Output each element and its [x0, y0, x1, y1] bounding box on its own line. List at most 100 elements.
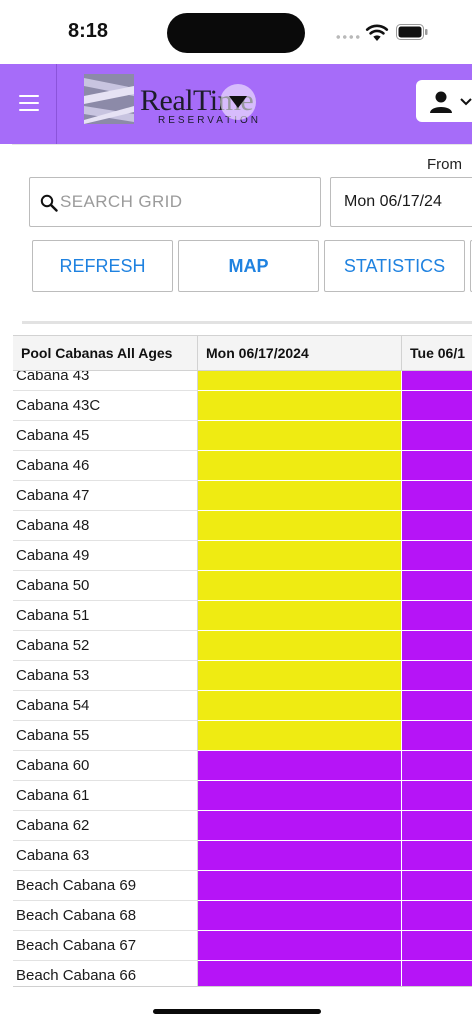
- reservation-slot[interactable]: [402, 751, 472, 781]
- row-label: Cabana 45: [13, 421, 198, 451]
- row-label: Cabana 47: [13, 481, 198, 511]
- table-row: Cabana 55: [13, 721, 472, 751]
- from-label: From: [427, 156, 462, 173]
- reservation-slot[interactable]: [402, 691, 472, 721]
- cellular-signal-icon: [335, 35, 361, 39]
- grid-header-category: Pool Cabanas All Ages: [13, 336, 198, 371]
- table-row: Cabana 54: [13, 691, 472, 721]
- header-divider: [56, 64, 57, 144]
- table-row: Beach Cabana 69: [13, 871, 472, 901]
- table-row: Cabana 46: [13, 451, 472, 481]
- grid-header-day-1[interactable]: Mon 06/17/2024: [198, 336, 402, 371]
- reservation-slot[interactable]: [402, 901, 472, 931]
- reservation-slot[interactable]: [198, 421, 401, 451]
- row-label: Cabana 46: [13, 451, 198, 481]
- refresh-button[interactable]: REFRESH: [32, 240, 173, 292]
- home-indicator: [153, 1009, 321, 1014]
- row-label: Beach Cabana 69: [13, 871, 198, 901]
- dynamic-island: [167, 13, 305, 53]
- status-bar: 8:18: [0, 0, 472, 64]
- row-label: Cabana 51: [13, 601, 198, 631]
- search-icon: [40, 194, 58, 212]
- reservation-slot[interactable]: [402, 601, 472, 631]
- table-row: Cabana 51: [13, 601, 472, 631]
- reservation-slot[interactable]: [198, 901, 401, 931]
- grid-body: Cabana 43 Cabana 43C Cabana 45 Cabana 46 Cab…: [13, 361, 472, 987]
- brand-logo: RealTime RESERVATION: [84, 74, 284, 136]
- statistics-button[interactable]: STATISTICS: [324, 240, 465, 292]
- from-date-field[interactable]: Mon 06/17/24: [330, 177, 472, 227]
- reservation-slot[interactable]: [402, 631, 472, 661]
- reservation-slot[interactable]: [198, 721, 401, 751]
- table-row: Cabana 49: [13, 541, 472, 571]
- reservation-slot[interactable]: [402, 871, 472, 901]
- table-row: Beach Cabana 66: [13, 961, 472, 987]
- filter-rule: [22, 321, 472, 324]
- battery-icon: [396, 24, 428, 40]
- reservation-slot[interactable]: [198, 601, 401, 631]
- user-menu-button[interactable]: [416, 80, 472, 122]
- row-label: Cabana 62: [13, 811, 198, 841]
- reservation-slot[interactable]: [402, 811, 472, 841]
- reservation-slot[interactable]: [402, 541, 472, 571]
- triangle-down-icon: [229, 96, 247, 108]
- collapse-header-toggle[interactable]: [220, 84, 256, 120]
- reservation-slot[interactable]: [198, 661, 401, 691]
- reservation-slot[interactable]: [402, 961, 472, 987]
- row-label: Cabana 52: [13, 631, 198, 661]
- reservation-slot[interactable]: [198, 451, 401, 481]
- reservation-slot[interactable]: [198, 811, 401, 841]
- row-label: Cabana 54: [13, 691, 198, 721]
- reservation-slot[interactable]: [402, 931, 472, 961]
- row-label: Cabana 43C: [13, 391, 198, 421]
- status-time: 8:18: [68, 20, 109, 42]
- filter-panel: From Mon 06/17/24 REFRESH MAP STATISTICS: [12, 144, 472, 332]
- reservation-slot[interactable]: [198, 871, 401, 901]
- search-input[interactable]: [60, 178, 310, 226]
- reservation-slot[interactable]: [402, 511, 472, 541]
- reservation-slot[interactable]: [402, 421, 472, 451]
- search-field[interactable]: [29, 177, 321, 227]
- reservation-slot[interactable]: [198, 781, 401, 811]
- table-row: Cabana 63: [13, 841, 472, 871]
- table-row: Cabana 52: [13, 631, 472, 661]
- table-row: Beach Cabana 68: [13, 901, 472, 931]
- reservation-slot[interactable]: [402, 571, 472, 601]
- row-label: Beach Cabana 66: [13, 961, 198, 987]
- reservation-slot[interactable]: [402, 841, 472, 871]
- map-button[interactable]: MAP: [178, 240, 319, 292]
- reservation-grid: Cabana 43 Cabana 43C Cabana 45 Cabana 46 Cab…: [13, 335, 472, 987]
- reservation-slot[interactable]: [198, 931, 401, 961]
- reservation-slot[interactable]: [402, 391, 472, 421]
- reservation-slot[interactable]: [198, 481, 401, 511]
- reservation-slot[interactable]: [198, 691, 401, 721]
- reservation-slot[interactable]: [402, 481, 472, 511]
- row-label: Cabana 55: [13, 721, 198, 751]
- user-icon: [430, 91, 472, 113]
- reservation-slot[interactable]: [402, 781, 472, 811]
- grid-header-day-2[interactable]: Tue 06/1: [402, 336, 472, 371]
- reservation-slot[interactable]: [198, 631, 401, 661]
- row-label: Beach Cabana 67: [13, 931, 198, 961]
- row-label: Cabana 48: [13, 511, 198, 541]
- grid-bottom-border: [13, 986, 472, 987]
- reservation-slot[interactable]: [198, 541, 401, 571]
- table-row: Beach Cabana 67: [13, 931, 472, 961]
- table-row: Cabana 48: [13, 511, 472, 541]
- table-row: Cabana 60: [13, 751, 472, 781]
- reservation-slot[interactable]: [402, 721, 472, 751]
- reservation-slot[interactable]: [198, 751, 401, 781]
- reservation-slot[interactable]: [402, 661, 472, 691]
- reservation-slot[interactable]: [198, 961, 401, 987]
- reservation-slot[interactable]: [198, 391, 401, 421]
- row-label: Cabana 49: [13, 541, 198, 571]
- table-row: Cabana 53: [13, 661, 472, 691]
- row-label: Cabana 63: [13, 841, 198, 871]
- reservation-slot[interactable]: [198, 841, 401, 871]
- hamburger-menu-icon[interactable]: [14, 88, 48, 118]
- reservation-slot[interactable]: [402, 451, 472, 481]
- table-row: Cabana 47: [13, 481, 472, 511]
- reservation-slot[interactable]: [198, 571, 401, 601]
- row-label: Beach Cabana 68: [13, 901, 198, 931]
- reservation-slot[interactable]: [198, 511, 401, 541]
